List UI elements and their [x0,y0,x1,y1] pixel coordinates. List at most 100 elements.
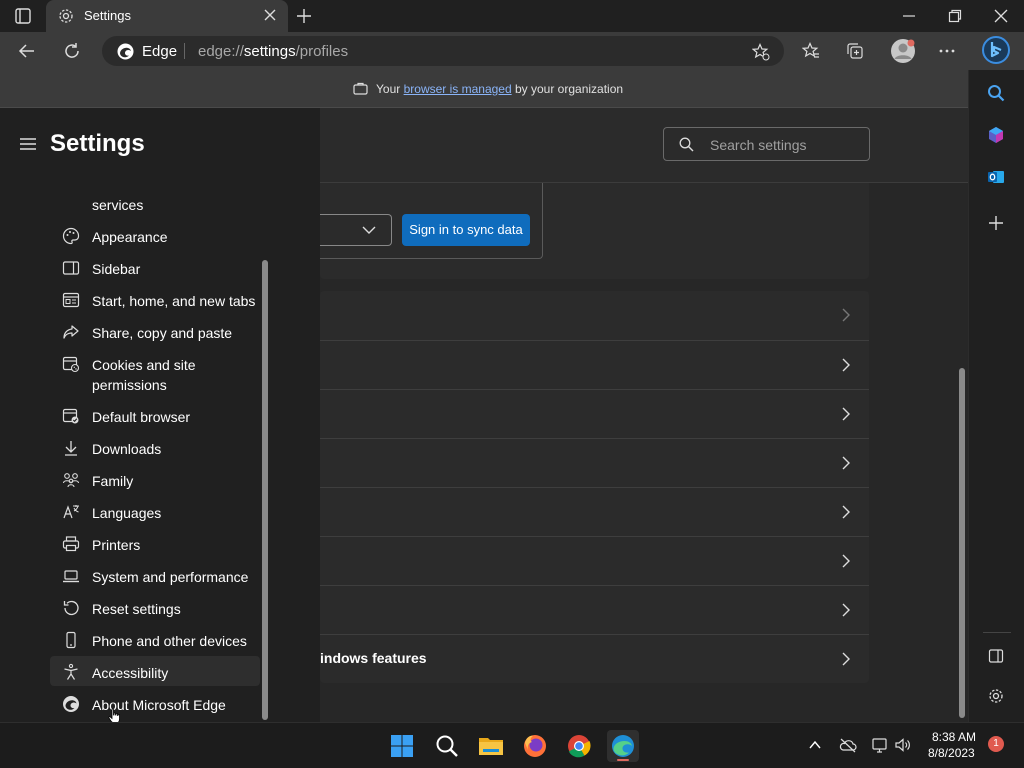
sidebar-item-downloads[interactable]: Downloads [50,432,260,462]
profile-dropdown[interactable] [320,214,392,246]
profile-avatar[interactable] [890,38,916,64]
tab-actions-icon[interactable] [14,7,32,25]
sidebar-item-printers[interactable]: Printers [50,528,260,558]
home-icon [62,291,80,309]
close-window-icon[interactable] [994,9,1008,23]
refresh-icon[interactable] [63,42,81,60]
managed-suffix: by your organization [511,82,624,96]
tab-settings[interactable]: Settings [46,0,288,32]
sidebar-item-sidebar[interactable]: Sidebar [50,252,260,282]
list-item[interactable] [320,585,869,634]
list-item[interactable] [320,487,869,536]
firefox-icon[interactable] [519,730,551,762]
copilot-icon[interactable] [987,126,1005,144]
add-app-icon[interactable] [988,215,1004,231]
back-icon[interactable] [18,42,36,60]
sidebar-item-about[interactable]: About Microsoft Edge [50,688,260,718]
sidebar-item-phone[interactable]: Phone and other devices [50,624,260,654]
sidebar-item-system[interactable]: System and performance [50,560,260,590]
restore-icon[interactable] [948,9,962,23]
taskbar-search-icon[interactable] [431,730,463,762]
network-icon[interactable] [871,736,889,754]
sidebar-item-label: Printers [92,537,141,553]
list-item[interactable] [320,536,869,585]
sidebar-item-family[interactable]: Family [50,464,260,494]
notification-badge[interactable]: 1 [988,736,1004,752]
tab-strip: Settings [0,0,1024,32]
share-icon [62,323,80,341]
page-content: Your browser is managed by your organiza… [0,70,968,722]
sidebar-item-share[interactable]: Share, copy and paste [50,316,260,346]
list-item[interactable] [320,291,869,340]
address-divider [184,43,185,59]
clock-time[interactable]: 8:38 AM [932,730,976,744]
managed-banner: Your browser is managed by your organiza… [0,70,968,108]
palette-icon [62,227,80,245]
sidebar-settings-icon[interactable] [988,688,1004,704]
search-input[interactable]: Search settings [663,127,870,161]
list-item[interactable] [320,340,869,389]
chevron-right-icon [839,456,853,470]
minimize-icon[interactable] [902,10,916,22]
onedrive-icon[interactable] [839,736,857,754]
chevron-right-icon [839,603,853,617]
volume-icon[interactable] [894,736,912,754]
phone-icon [62,631,80,649]
add-favorite-icon[interactable] [752,43,770,61]
default-browser-icon [62,407,80,425]
sidebar-item-label: Downloads [92,441,162,457]
outlook-icon[interactable] [987,168,1005,186]
list-item[interactable] [320,438,869,487]
new-tab-icon[interactable] [296,8,312,24]
profile-inner-frame: Sign in to sync data [320,183,543,259]
sidebar-search-icon[interactable] [987,84,1005,102]
chevron-right-icon [839,407,853,421]
sidebar-item-accessibility[interactable]: Accessibility [50,656,260,686]
list-item[interactable] [320,389,869,438]
sidebar-item-start-home[interactable]: Start, home, and new tabs [50,284,260,314]
briefcase-icon [353,82,368,95]
edge-logo-icon [117,43,134,60]
collections-icon[interactable] [846,42,864,60]
sidebar-item-label: Phone and other devices [92,633,247,649]
download-icon [62,439,80,457]
bing-copilot-icon[interactable] [981,35,1011,65]
url-path: /profiles [295,43,349,60]
chrome-icon[interactable] [563,730,595,762]
hide-sidebar-icon[interactable] [988,648,1004,664]
sidebar-item-appearance[interactable]: Appearance [50,220,260,250]
url-host: settings [243,43,296,60]
settings-list: indows features [320,291,869,683]
sidebar-item-cookies[interactable]: Cookies and site permissions [50,348,260,398]
sidebar-item-label: Accessibility [92,665,169,681]
address-url[interactable]: edge://settings/profiles [198,43,348,60]
profile-card: Sign in to sync data [320,183,869,279]
hamburger-menu-icon[interactable] [20,137,36,151]
tab-title: Settings [84,8,131,23]
sidebar-item-label: System and performance [92,569,249,585]
browser-managed-link[interactable]: browser is managed [404,82,512,96]
laptop-icon [62,567,80,585]
sidebar-item-label: Sidebar [92,261,141,277]
address-bar[interactable]: Edge edge://settings/profiles [102,36,784,66]
sign-in-sync-button[interactable]: Sign in to sync data [402,214,530,246]
show-hidden-icons-icon[interactable] [808,738,822,752]
cookies-icon [62,355,80,373]
sidebar-item-services[interactable]: services [50,188,260,218]
sidebar-item-label: Reset settings [92,601,181,617]
managed-prefix: Your [376,82,404,96]
sidebar-scrollbar[interactable] [262,260,268,720]
more-options-icon[interactable] [938,42,956,60]
close-tab-icon[interactable] [264,9,276,21]
main-scrollbar[interactable] [959,368,965,718]
sidebar-item-reset[interactable]: Reset settings [50,592,260,622]
start-icon[interactable] [386,730,418,762]
sidebar-item-default-browser[interactable]: Default browser [50,400,260,430]
file-explorer-icon[interactable] [475,730,507,762]
list-item[interactable]: indows features [320,634,869,683]
search-icon [679,137,694,152]
clock-date[interactable]: 8/8/2023 [928,746,975,760]
edge-taskbar-icon[interactable] [607,730,639,762]
sidebar-item-languages[interactable]: Languages [50,496,260,526]
favorites-icon[interactable] [802,42,820,60]
